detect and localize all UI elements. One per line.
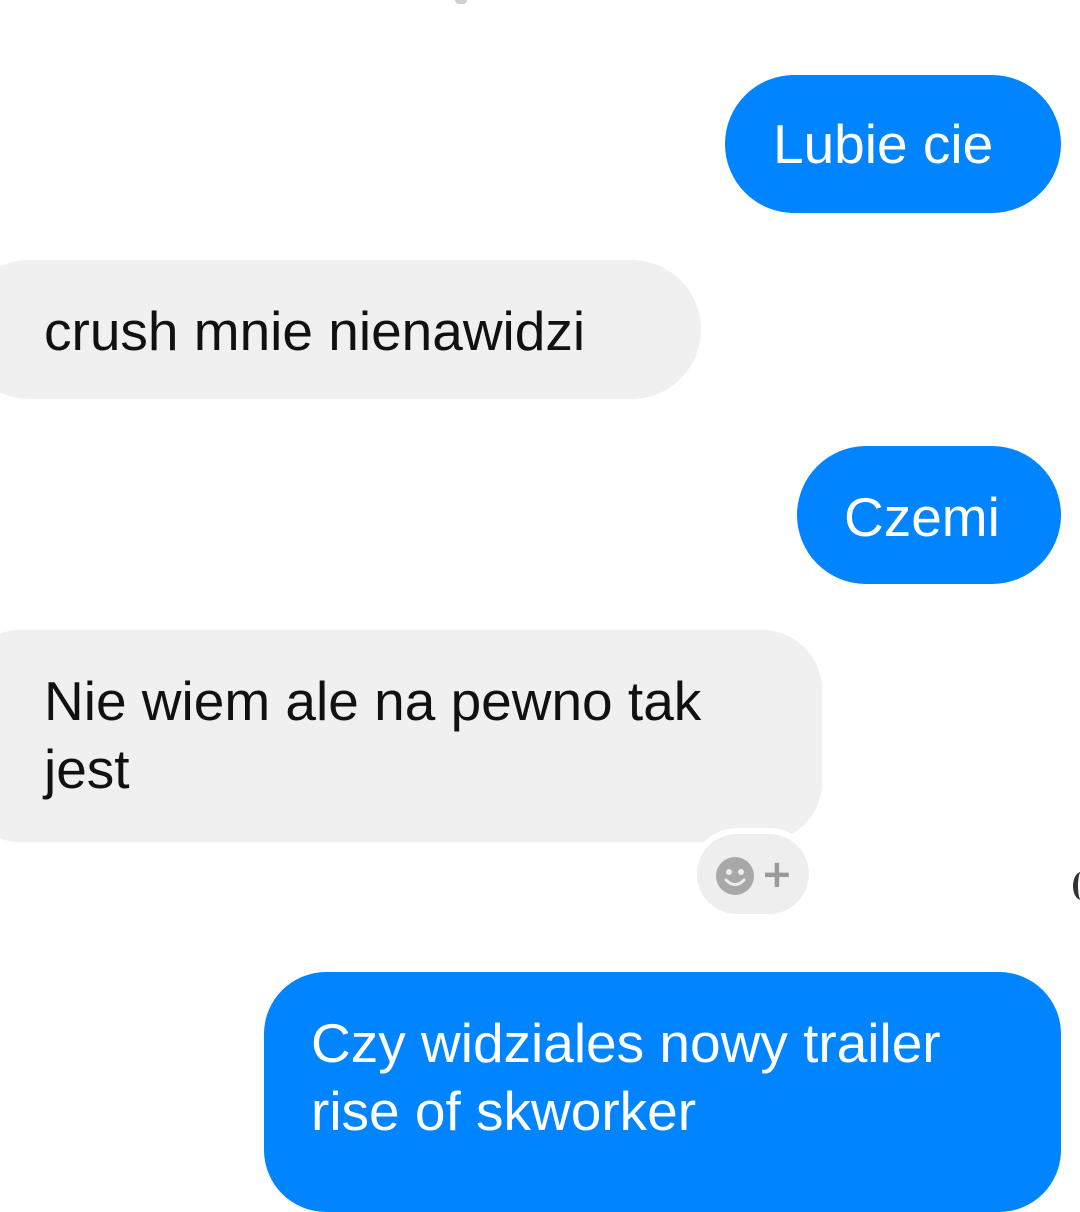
message-text: Czy widziales nowy trailer rise of skwor… [311, 1012, 941, 1142]
message-received-bubble[interactable]: crush mnie nienawidzi [0, 260, 701, 399]
message-received-bubble[interactable]: Nie wiem ale na pewno tak jest [0, 630, 822, 842]
message-text: crush mnie nienawidzi [44, 300, 586, 362]
edge-fragment [1073, 872, 1080, 900]
plus-icon: + [761, 852, 793, 896]
add-reaction-button[interactable]: + [691, 828, 815, 920]
message-sent-bubble[interactable]: Lubie cie [725, 75, 1061, 213]
top-edge-fragment [455, 0, 467, 4]
message-text: Czemi [844, 486, 1000, 548]
smiley-add-icon [716, 857, 754, 895]
message-text: Nie wiem ale na pewno tak jest [44, 670, 702, 800]
message-sent-bubble[interactable]: Czemi [797, 446, 1061, 584]
message-sent-bubble[interactable]: Czy widziales nowy trailer rise of skwor… [264, 972, 1061, 1212]
message-text: Lubie cie [773, 113, 994, 175]
